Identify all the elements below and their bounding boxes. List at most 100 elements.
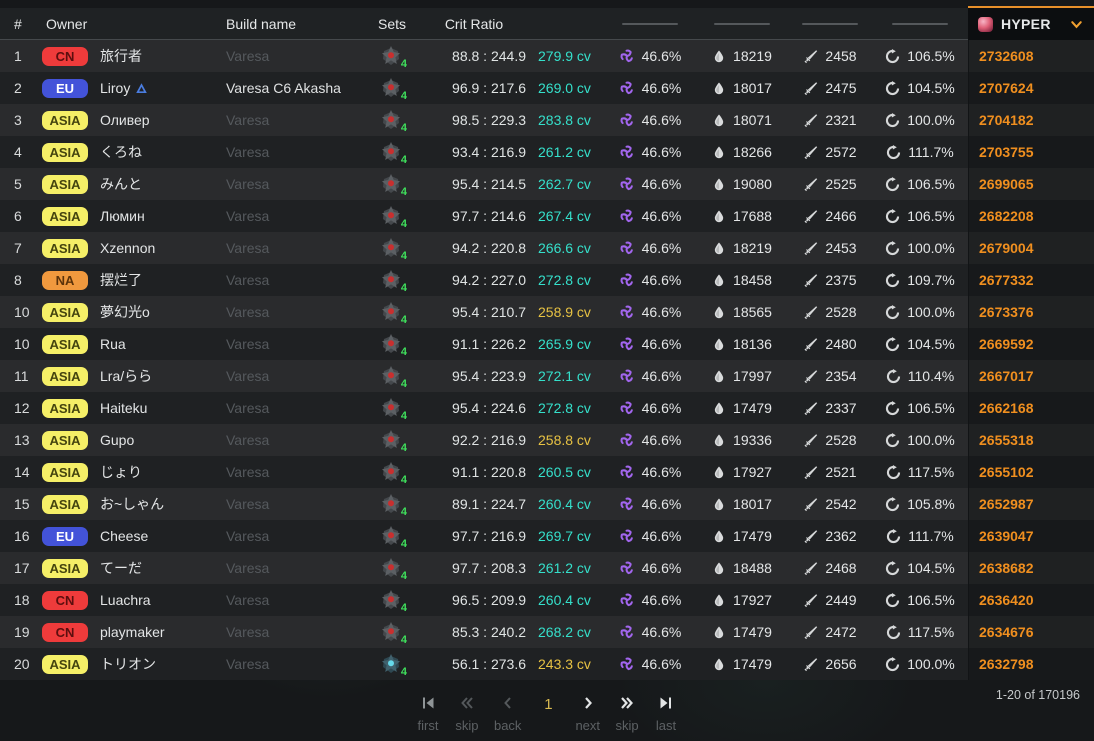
hp-icon bbox=[712, 177, 726, 192]
hp-cell: 18071 bbox=[696, 112, 788, 128]
atk-value: 2354 bbox=[825, 368, 856, 384]
atk-cell: 2542 bbox=[788, 496, 872, 512]
sets-cell: 4 bbox=[364, 460, 420, 484]
header-elem-dmg-column[interactable] bbox=[604, 23, 696, 25]
electro-dmg-icon bbox=[619, 80, 635, 96]
hp-cell: 18136 bbox=[696, 336, 788, 352]
elem-dmg-cell: 46.6% bbox=[604, 48, 696, 64]
crit-value: 258.9 cv bbox=[528, 304, 604, 320]
table-row[interactable]: 18 CN Luachra Varesa 4 96.5 : 209.9 260.… bbox=[0, 584, 1094, 616]
elem-dmg-value: 46.6% bbox=[642, 528, 682, 544]
table-row[interactable]: 8 NA 摆烂了 Varesa 4 94.2 : 227.0 272.8 cv bbox=[0, 264, 1094, 296]
dash-placeholder-icon bbox=[802, 23, 858, 25]
hp-cell: 19336 bbox=[696, 432, 788, 448]
er-value: 117.5% bbox=[908, 624, 954, 640]
pagination-last-button[interactable]: last bbox=[654, 695, 678, 733]
pagination-first-button[interactable]: first bbox=[416, 695, 440, 733]
energy-recharge-icon bbox=[885, 241, 900, 256]
table-row[interactable]: 5 ASIA みんと Varesa 4 95.4 : 214.5 262.7 c… bbox=[0, 168, 1094, 200]
elem-dmg-cell: 46.6% bbox=[604, 112, 696, 128]
table-row[interactable]: 11 ASIA Lra/らら Varesa 4 95.4 : 223.9 272… bbox=[0, 360, 1094, 392]
energy-recharge-icon bbox=[886, 529, 901, 544]
elem-dmg-cell: 46.6% bbox=[604, 144, 696, 160]
region-badge-cell: ASIA bbox=[34, 175, 92, 194]
hp-cell: 17688 bbox=[696, 208, 788, 224]
hp-value: 17688 bbox=[733, 208, 772, 224]
table-row[interactable]: 10 ASIA Rua Varesa 4 91.1 : 226.2 265.9 … bbox=[0, 328, 1094, 360]
rank-number: 2 bbox=[0, 80, 34, 96]
er-value: 111.7% bbox=[908, 144, 953, 160]
rank-number: 17 bbox=[0, 560, 34, 576]
header-er-column[interactable] bbox=[872, 23, 968, 25]
rank-number: 4 bbox=[0, 144, 34, 160]
region-badge-cell: ASIA bbox=[34, 399, 92, 418]
region-badge-cell: ASIA bbox=[34, 335, 92, 354]
set-piece-count: 4 bbox=[401, 122, 407, 134]
table-row[interactable]: 17 ASIA てーだ Varesa 4 97.7 : 208.3 261.2 … bbox=[0, 552, 1094, 584]
pagination-current-page[interactable]: 1 bbox=[536, 695, 560, 720]
region-badge: ASIA bbox=[42, 495, 88, 514]
atk-icon bbox=[803, 145, 818, 160]
table-row[interactable]: 20 ASIA トリオン Varesa 4 56.1 : 273.6 243.3… bbox=[0, 648, 1094, 680]
table-row[interactable]: 12 ASIA Haiteku Varesa 4 95.4 : 224.6 27… bbox=[0, 392, 1094, 424]
pagination-skip-forward-button[interactable]: skip bbox=[615, 695, 639, 733]
verified-icon bbox=[135, 82, 148, 95]
artifact-set-icon: 4 bbox=[379, 172, 405, 196]
atk-icon bbox=[803, 497, 818, 512]
pagination-skip-back-button[interactable]: skip bbox=[455, 695, 479, 733]
sets-cell: 4 bbox=[364, 492, 420, 516]
atk-icon bbox=[803, 305, 818, 320]
hp-value: 17479 bbox=[733, 624, 772, 640]
pagination-back-button[interactable]: back bbox=[494, 695, 521, 733]
header-sort-hyper[interactable]: HYPER bbox=[968, 6, 1094, 40]
table-row[interactable]: 2 EU Liroy Varesa C6 Akasha 4 96.9 : 217… bbox=[0, 72, 1094, 104]
table-row[interactable]: 7 ASIA Xzennon Varesa 4 94.2 : 220.8 266… bbox=[0, 232, 1094, 264]
pagination-next-button[interactable]: next bbox=[575, 695, 600, 733]
atk-value: 2466 bbox=[825, 208, 856, 224]
set-piece-count: 4 bbox=[401, 602, 407, 614]
energy-recharge-icon bbox=[885, 273, 900, 288]
build-name: Varesa bbox=[226, 368, 364, 384]
build-name: Varesa bbox=[226, 272, 364, 288]
table-row[interactable]: 3 ASIA Оливер Varesa 4 98.5 : 229.3 283.… bbox=[0, 104, 1094, 136]
back-icon bbox=[500, 695, 516, 711]
owner-name: Luachra bbox=[100, 592, 151, 608]
sets-cell: 4 bbox=[364, 108, 420, 132]
owner-name: トリオン bbox=[100, 654, 156, 674]
rank-number: 14 bbox=[0, 464, 34, 480]
region-badge-cell: ASIA bbox=[34, 367, 92, 386]
artifact-set-icon: 4 bbox=[379, 300, 405, 324]
table-row[interactable]: 6 ASIA Люмин Varesa 4 97.7 : 214.6 267.4… bbox=[0, 200, 1094, 232]
table-row[interactable]: 16 EU Cheese Varesa 4 97.7 : 216.9 269.7… bbox=[0, 520, 1094, 552]
owner-name: お~しゃん bbox=[100, 494, 164, 514]
owner-cell: てーだ bbox=[92, 558, 226, 578]
skip-forward-icon bbox=[619, 695, 635, 711]
header-hp-column[interactable] bbox=[696, 23, 788, 25]
sets-cell: 4 bbox=[364, 588, 420, 612]
electro-dmg-icon bbox=[619, 528, 635, 544]
crit-value: 272.8 cv bbox=[528, 272, 604, 288]
hyper-score: 2673376 bbox=[968, 296, 1094, 328]
table-row[interactable]: 13 ASIA Gupo Varesa 4 92.2 : 216.9 258.8… bbox=[0, 424, 1094, 456]
atk-value: 2521 bbox=[825, 464, 856, 480]
header-atk-column[interactable] bbox=[788, 23, 872, 25]
crit-value: 266.6 cv bbox=[528, 240, 604, 256]
hp-value: 17479 bbox=[733, 400, 772, 416]
table-row[interactable]: 19 CN playmaker Varesa 4 85.3 : 240.2 26… bbox=[0, 616, 1094, 648]
region-badge: ASIA bbox=[42, 463, 88, 482]
hyper-score: 2677332 bbox=[968, 264, 1094, 296]
elem-dmg-value: 46.6% bbox=[642, 304, 682, 320]
energy-recharge-icon bbox=[885, 433, 900, 448]
artifact-set-icon: 4 bbox=[379, 588, 405, 612]
table-row[interactable]: 14 ASIA じょり Varesa 4 91.1 : 220.8 260.5 … bbox=[0, 456, 1094, 488]
table-row[interactable]: 4 ASIA くろね Varesa 4 93.4 : 216.9 261.2 c… bbox=[0, 136, 1094, 168]
er-cell: 111.7% bbox=[872, 144, 968, 160]
table-row[interactable]: 1 CN 旅行者 Varesa 4 88.8 : 244.9 279.9 cv bbox=[0, 40, 1094, 72]
energy-recharge-icon bbox=[885, 305, 900, 320]
leaderboard-table: # Owner Build name Sets Crit Ratio HYPER… bbox=[0, 8, 1094, 680]
table-row[interactable]: 10 ASIA 夢幻光o Varesa 4 95.4 : 210.7 258.9… bbox=[0, 296, 1094, 328]
atk-value: 2572 bbox=[825, 144, 856, 160]
region-badge-cell: ASIA bbox=[34, 143, 92, 162]
build-name: Varesa bbox=[226, 112, 364, 128]
table-row[interactable]: 15 ASIA お~しゃん Varesa 4 89.1 : 224.7 260.… bbox=[0, 488, 1094, 520]
